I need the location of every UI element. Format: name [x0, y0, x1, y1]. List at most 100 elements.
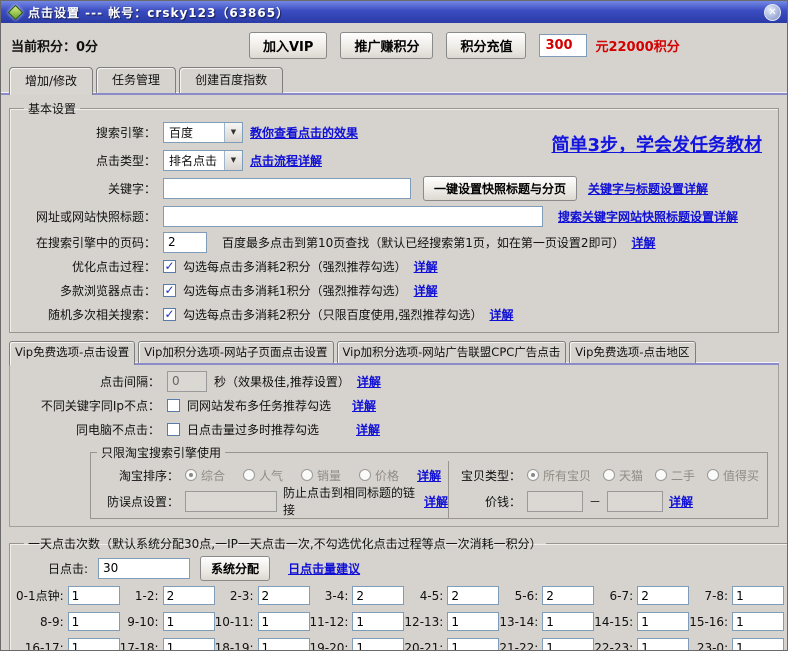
hour-input-1[interactable] — [163, 586, 215, 605]
page-number-input[interactable] — [163, 232, 207, 253]
hour-input-14[interactable] — [637, 612, 689, 631]
close-icon[interactable]: ✕ — [764, 4, 781, 21]
page-number-help-link[interactable]: 详解 — [632, 234, 656, 251]
radio-icon[interactable] — [655, 469, 667, 481]
keyword-row: 关键字： 一键设置快照标题与分页 关键字与标题设置详解 — [16, 174, 772, 202]
hour-input-21[interactable] — [542, 638, 594, 651]
hour-label: 4-5: — [420, 589, 444, 603]
hour-input-5[interactable] — [542, 586, 594, 605]
multi-browser-checkbox[interactable]: ✓ — [163, 284, 176, 297]
search-engine-select[interactable]: 百度 ▼ — [163, 122, 243, 143]
keyword-title-help-link[interactable]: 关键字与标题设置详解 — [588, 180, 708, 197]
hour-input-6[interactable] — [637, 586, 689, 605]
view-click-effect-link[interactable]: 教你查看点击的效果 — [250, 124, 358, 141]
radio-type-worthy[interactable]: 值得买 — [707, 467, 759, 484]
diff-keyword-help-link[interactable]: 详解 — [352, 397, 376, 414]
same-pc-checkbox[interactable] — [167, 423, 180, 436]
diff-keyword-checkbox[interactable] — [167, 399, 180, 412]
chevron-down-icon[interactable]: ▼ — [224, 151, 242, 170]
same-pc-help-link[interactable]: 详解 — [356, 421, 380, 438]
vip-tab-subpage-click[interactable]: Vip加积分选项-网站子页面点击设置 — [138, 341, 333, 363]
radio-type-tmall[interactable]: 天猫 — [603, 467, 643, 484]
radio-icon[interactable] — [185, 469, 197, 481]
radio-sort-jiage[interactable]: 价格 — [359, 467, 399, 484]
radio-icon[interactable] — [359, 469, 371, 481]
hour-input-22[interactable] — [637, 638, 689, 651]
price-to-input[interactable] — [607, 491, 663, 512]
radio-icon[interactable] — [707, 469, 719, 481]
radio-icon[interactable] — [243, 469, 255, 481]
multi-browser-help-link[interactable]: 详解 — [414, 282, 438, 299]
hour-input-15[interactable] — [732, 612, 784, 631]
hour-input-8[interactable] — [68, 612, 120, 631]
radio-sort-xiaoliang[interactable]: 销量 — [301, 467, 341, 484]
radio-sort-zonghe[interactable]: 综合 — [185, 467, 225, 484]
hour-label: 11-12: — [310, 615, 349, 629]
hour-input-18[interactable] — [258, 638, 310, 651]
hour-label: 14-15: — [594, 615, 633, 629]
hour-input-3[interactable] — [352, 586, 404, 605]
price-from-input[interactable] — [527, 491, 583, 512]
radio-icon[interactable] — [301, 469, 313, 481]
tab-add-modify[interactable]: 增加/修改 — [9, 67, 93, 95]
click-type-select[interactable]: 排名点击 ▼ — [163, 150, 243, 171]
vip-tab-cpc-ads[interactable]: Vip加积分选项-网站广告联盟CPC广告点击 — [337, 341, 567, 363]
tutorial-big-link[interactable]: 简单3步，学会发任务教材 — [551, 131, 762, 157]
day-click-input[interactable] — [98, 558, 190, 579]
hour-input-13[interactable] — [542, 612, 594, 631]
system-allocate-button[interactable]: 系统分配 — [200, 556, 270, 581]
hour-input-7[interactable] — [732, 586, 784, 605]
misclick-input[interactable] — [185, 491, 277, 512]
optimize-help-link[interactable]: 详解 — [414, 258, 438, 275]
hour-input-10[interactable] — [258, 612, 310, 631]
vip-tab-click-region[interactable]: Vip免费选项-点击地区 — [569, 341, 695, 363]
vip-tab-click-settings[interactable]: Vip免费选项-点击设置 — [9, 341, 135, 365]
hour-input-0[interactable] — [68, 586, 120, 605]
random-search-checkbox[interactable]: ✓ — [163, 308, 176, 321]
basic-settings-group: 基本设置 简单3步，学会发任务教材 搜索引擎： 百度 ▼ 教你查看点击的效果 点… — [9, 100, 779, 333]
hour-cell-22: 22-23: — [594, 638, 689, 651]
hour-input-2[interactable] — [258, 586, 310, 605]
optimize-checkbox[interactable]: ✓ — [163, 260, 176, 273]
join-vip-button[interactable]: 加入VIP — [249, 32, 327, 59]
radio-icon[interactable] — [527, 469, 539, 481]
hour-input-23[interactable] — [732, 638, 784, 651]
day-click-advice-link[interactable]: 日点击量建议 — [288, 560, 360, 577]
tab-task-manage[interactable]: 任务管理 — [96, 67, 176, 93]
hour-input-16[interactable] — [68, 638, 120, 651]
interval-input[interactable] — [167, 371, 207, 392]
hour-input-9[interactable] — [163, 612, 215, 631]
hour-input-19[interactable] — [352, 638, 404, 651]
hour-input-11[interactable] — [352, 612, 404, 631]
hour-cell-1: 1-2: — [120, 586, 215, 605]
misclick-help-link[interactable]: 详解 — [424, 493, 448, 510]
multi-browser-note: 勾选每点击多消耗1积分（强烈推荐勾选） — [183, 282, 407, 299]
price-help-link[interactable]: 详解 — [669, 493, 693, 510]
radio-icon[interactable] — [603, 469, 615, 481]
taobao-sort-help-link[interactable]: 详解 — [417, 467, 441, 484]
snapshot-title-button[interactable]: 一键设置快照标题与分页 — [423, 176, 577, 201]
url-title-input[interactable] — [163, 206, 543, 227]
recharge-button[interactable]: 积分充值 — [446, 32, 526, 59]
hour-input-20[interactable] — [447, 638, 499, 651]
hour-input-4[interactable] — [447, 586, 499, 605]
radio-type-all[interactable]: 所有宝贝 — [527, 467, 591, 484]
radio-sort-renqi[interactable]: 人气 — [243, 467, 283, 484]
recharge-amount-input[interactable] — [539, 34, 587, 57]
hour-input-17[interactable] — [163, 638, 215, 651]
click-flow-link[interactable]: 点击流程详解 — [250, 152, 322, 169]
keyword-input[interactable] — [163, 178, 411, 199]
interval-row: 点击间隔： 秒（效果极佳,推荐设置） 详解 — [10, 369, 778, 393]
random-search-help-link[interactable]: 详解 — [489, 306, 513, 323]
daily-clicks-group: 一天点击次数（默认系统分配30点,一IP一天点击一次,不勾选优化点击过程等点一次… — [9, 535, 788, 651]
radio-type-secondhand[interactable]: 二手 — [655, 467, 695, 484]
tab-create-baidu-index[interactable]: 创建百度指数 — [179, 67, 283, 93]
page-number-row: 在搜索引擎中的页码： 百度最多点击到第10页查找（默认已经搜索第1页，如在第一页… — [16, 230, 772, 254]
hour-label: 19-20: — [310, 641, 349, 651]
hour-input-12[interactable] — [447, 612, 499, 631]
promote-earn-button[interactable]: 推广赚积分 — [340, 32, 433, 59]
interval-help-link[interactable]: 详解 — [357, 373, 381, 390]
hour-cell-3: 3-4: — [310, 586, 405, 605]
url-title-help-link[interactable]: 搜索关键字网站快照标题设置详解 — [558, 208, 738, 225]
chevron-down-icon[interactable]: ▼ — [224, 123, 242, 142]
